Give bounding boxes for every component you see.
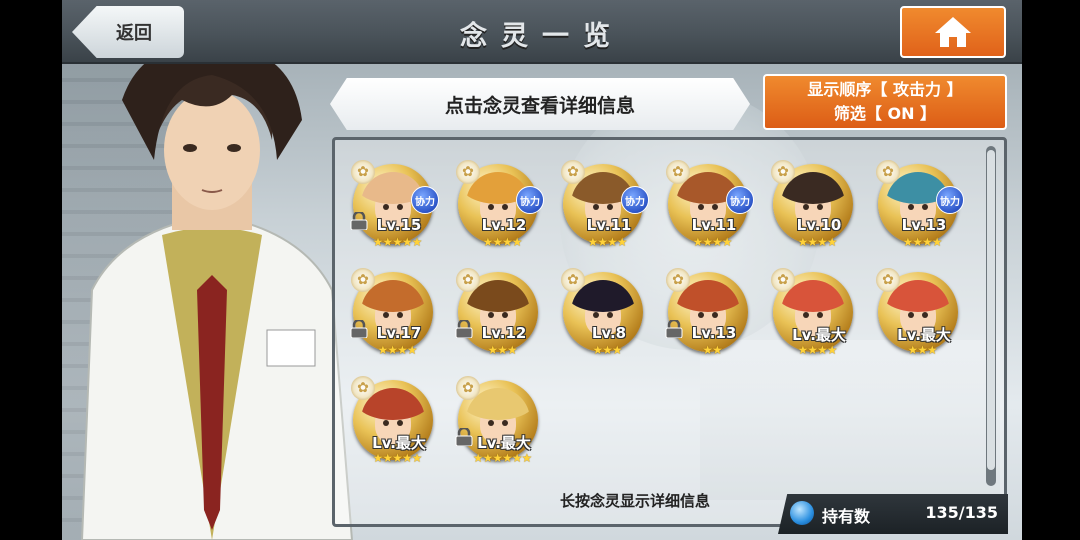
left-letterbox bbox=[0, 0, 62, 540]
coop-badge: 协力 bbox=[621, 186, 649, 214]
filter-label: 筛选【 ON 】 bbox=[833, 104, 937, 123]
unit-card[interactable]: ✿ 协力 Lv.12 ★★★★ bbox=[454, 160, 546, 252]
game-screen: 念灵一览 返回 点击念灵查看详细信息 显示顺序【 攻击力 】 筛选【 ON 】 bbox=[0, 0, 1080, 540]
unit-card[interactable]: ✿ Lv.10 ★★★★ bbox=[769, 160, 861, 252]
unit-level: Lv.11 bbox=[586, 216, 632, 234]
unit-level: Lv.12 bbox=[481, 216, 527, 234]
coop-badge: 协力 bbox=[516, 186, 544, 214]
unit-rarity-stars: ★★★★ bbox=[377, 343, 417, 357]
unit-rarity-stars: ★★★★ bbox=[482, 235, 522, 249]
flower-badge-icon: ✿ bbox=[456, 376, 480, 400]
professor-character bbox=[80, 44, 354, 540]
orb-icon bbox=[790, 501, 814, 525]
flower-badge-icon: ✿ bbox=[456, 160, 480, 184]
unit-card[interactable]: ✿ Lv.12 ★★★ bbox=[454, 268, 546, 360]
unit-rarity-stars: ★★★★ bbox=[797, 235, 837, 249]
flower-badge-icon: ✿ bbox=[351, 268, 375, 292]
unit-card[interactable]: ✿ Lv.最大 ★★★★★★ bbox=[454, 376, 546, 468]
long-press-hint: 长按念灵显示详细信息 bbox=[560, 492, 711, 510]
unit-card[interactable]: ✿ 协力 Lv.11 ★★★★ bbox=[664, 160, 756, 252]
unit-rarity-stars: ★★★ bbox=[487, 343, 517, 357]
unit-rarity-stars: ★★★ bbox=[907, 343, 937, 357]
unit-card[interactable]: ✿ Lv.最大 ★★★★★ bbox=[349, 376, 441, 468]
home-icon bbox=[935, 17, 971, 47]
back-button-label: 返回 bbox=[116, 23, 152, 44]
unit-rarity-stars: ★★★★★ bbox=[372, 451, 423, 465]
scrollbar[interactable] bbox=[986, 146, 996, 486]
unit-card[interactable]: ✿ 协力 Lv.11 ★★★★ bbox=[559, 160, 651, 252]
unit-rarity-stars: ★★★★ bbox=[692, 235, 732, 249]
unit-level: Lv.11 bbox=[691, 216, 737, 234]
scrollbar-thumb[interactable] bbox=[987, 150, 995, 470]
unit-level: Lv.最大 bbox=[477, 434, 531, 452]
unit-level: Lv.最大 bbox=[897, 326, 951, 344]
flower-badge-icon: ✿ bbox=[456, 268, 480, 292]
coop-badge: 协力 bbox=[936, 186, 964, 214]
unit-level: Lv.12 bbox=[481, 324, 527, 342]
unit-rarity-stars: ★★★★★ bbox=[372, 235, 423, 249]
unit-card[interactable]: ✿ Lv.最大 ★★★★ bbox=[769, 268, 861, 360]
coop-badge: 协力 bbox=[411, 186, 439, 214]
unit-rarity-stars: ★★★★★★ bbox=[472, 451, 533, 465]
unit-card[interactable]: ✿ Lv.最大 ★★★ bbox=[874, 268, 966, 360]
unit-list-panel: ✿ 协力 Lv.15 ★★★★★ ✿ 协力 Lv.12 ★★★★ ✿ 协力 Lv… bbox=[332, 137, 1007, 527]
unit-level: Lv.13 bbox=[691, 324, 737, 342]
flower-badge-icon: ✿ bbox=[771, 160, 795, 184]
unit-rarity-stars: ★★ bbox=[702, 343, 723, 357]
unit-grid: ✿ 协力 Lv.15 ★★★★★ ✿ 协力 Lv.12 ★★★★ ✿ 协力 Lv… bbox=[349, 160, 979, 468]
unit-card[interactable]: ✿ Lv.13 ★★ bbox=[664, 268, 756, 360]
owned-count-box: 持有数 135/135 bbox=[778, 494, 1008, 534]
unit-rarity-stars: ★★★★ bbox=[902, 235, 942, 249]
unit-card[interactable]: ✿ 协力 Lv.15 ★★★★★ bbox=[349, 160, 441, 252]
flower-badge-icon: ✿ bbox=[876, 268, 900, 292]
flower-badge-icon: ✿ bbox=[351, 160, 375, 184]
coop-badge: 协力 bbox=[726, 186, 754, 214]
owned-count-label: 持有数 bbox=[822, 507, 871, 526]
sort-filter-button[interactable]: 显示顺序【 攻击力 】 筛选【 ON 】 bbox=[763, 74, 1007, 130]
flower-badge-icon: ✿ bbox=[666, 160, 690, 184]
owned-count-value: 135/135 bbox=[925, 503, 998, 522]
info-banner: 点击念灵查看详细信息 bbox=[330, 78, 750, 130]
unit-rarity-stars: ★★★ bbox=[592, 343, 622, 357]
header-bar: 念灵一览 bbox=[62, 0, 1022, 64]
unit-card[interactable]: ✿ Lv.17 ★★★★ bbox=[349, 268, 441, 360]
page-title: 念灵一览 bbox=[460, 21, 624, 52]
unit-level: Lv.最大 bbox=[792, 326, 846, 344]
home-button[interactable] bbox=[900, 6, 1006, 58]
unit-level: Lv.15 bbox=[376, 216, 422, 234]
unit-rarity-stars: ★★★★ bbox=[587, 235, 627, 249]
unit-level: Lv.8 bbox=[591, 324, 627, 342]
sort-order-label: 显示顺序【 攻击力 】 bbox=[807, 80, 963, 99]
flower-badge-icon: ✿ bbox=[561, 160, 585, 184]
unit-rarity-stars: ★★★★ bbox=[797, 343, 837, 357]
right-letterbox bbox=[1022, 0, 1080, 540]
flower-badge-icon: ✿ bbox=[876, 160, 900, 184]
flower-badge-icon: ✿ bbox=[561, 268, 585, 292]
unit-level: Lv.10 bbox=[796, 216, 842, 234]
unit-card[interactable]: ✿ Lv.8 ★★★ bbox=[559, 268, 651, 360]
flower-badge-icon: ✿ bbox=[666, 268, 690, 292]
unit-card[interactable]: ✿ 协力 Lv.13 ★★★★ bbox=[874, 160, 966, 252]
unit-level: Lv.最大 bbox=[372, 434, 426, 452]
unit-level: Lv.13 bbox=[901, 216, 947, 234]
flower-badge-icon: ✿ bbox=[351, 376, 375, 400]
flower-badge-icon: ✿ bbox=[771, 268, 795, 292]
unit-level: Lv.17 bbox=[376, 324, 422, 342]
